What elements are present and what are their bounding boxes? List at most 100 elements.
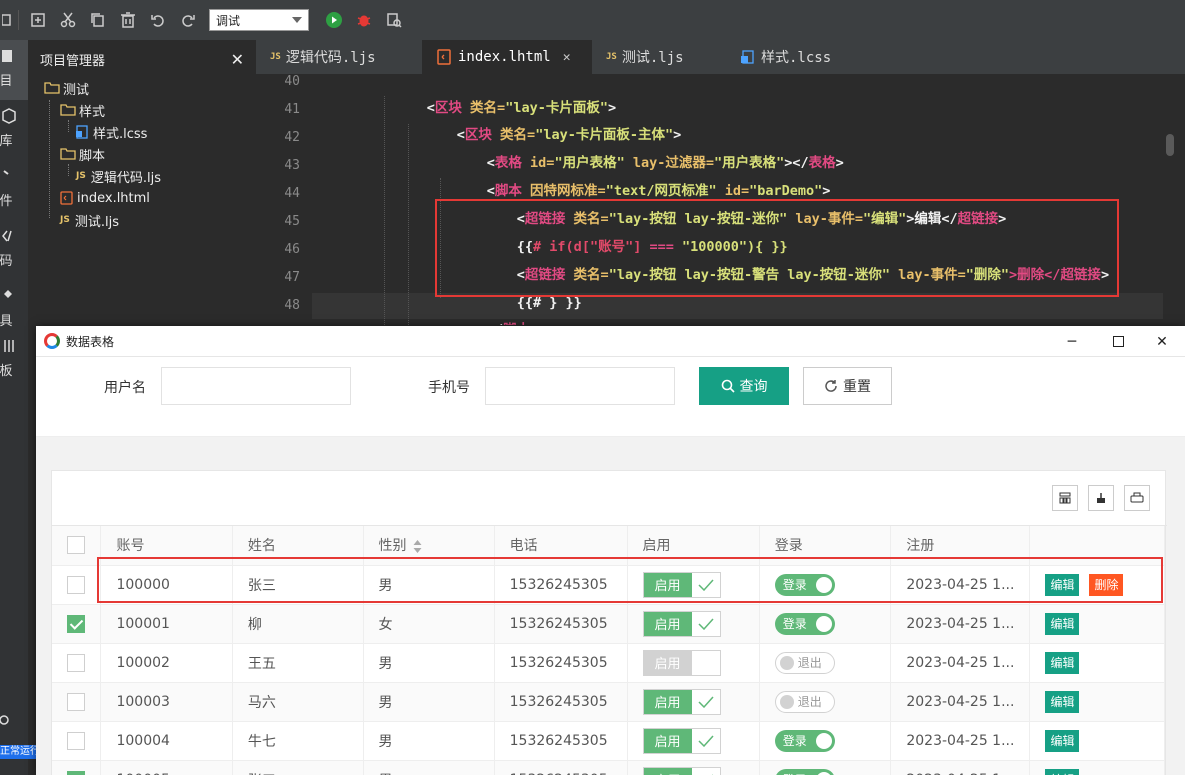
status-text: 正常运行 xyxy=(0,745,36,759)
line-number: 48 xyxy=(284,298,300,313)
cell-phone: 15326245305 xyxy=(494,721,628,761)
tree-file-logic-ljs[interactable]: JS 逻辑代码.ljs xyxy=(76,165,161,187)
cell-phone: 15326245305 xyxy=(494,643,628,683)
edit-button[interactable]: 编辑 xyxy=(1045,768,1080,775)
login-switch[interactable]: 登录 xyxy=(774,729,835,752)
tree-file-test-ljs[interactable]: JS 测试.ljs xyxy=(60,209,119,231)
cell-name: 柳 xyxy=(232,604,364,644)
close-icon[interactable]: ✕ xyxy=(231,50,244,69)
grid-area: 账号 姓名 性别 电话 启用 登录 注册 100000 张三男 1532624530… xyxy=(36,437,1185,775)
js-file-icon: JS xyxy=(270,52,281,62)
run-icon[interactable] xyxy=(319,5,349,35)
tree-label: 样式.lcss xyxy=(93,126,148,142)
cut-icon[interactable] xyxy=(53,5,83,35)
phone-input[interactable] xyxy=(485,367,675,405)
select-all-checkbox[interactable] xyxy=(67,536,85,555)
copy-icon[interactable] xyxy=(83,5,113,35)
tree-folder-style[interactable]: 样式 xyxy=(60,99,105,121)
enable-switch[interactable]: 启用 xyxy=(642,649,721,676)
table-row[interactable]: 100002 王五男 15326245305 启用 退出 2023-04-25 1... 编… xyxy=(52,643,1165,683)
enable-switch[interactable]: 启用 xyxy=(642,727,721,754)
cell-gender: 男 xyxy=(363,721,495,761)
row-checkbox[interactable] xyxy=(67,692,85,711)
new-file-icon[interactable] xyxy=(23,5,53,35)
tree-folder-test[interactable]: 测试 xyxy=(44,77,89,99)
column-filter-icon[interactable] xyxy=(1052,485,1078,511)
js-file-icon: JS xyxy=(60,215,70,225)
username-input[interactable] xyxy=(161,367,351,405)
table-row[interactable]: 100005张三男15326245305 启用登录 2023-04-25 1... 编… xyxy=(52,760,1165,775)
debug-bug-icon[interactable] xyxy=(349,5,379,35)
enable-switch[interactable]: 启用 xyxy=(642,766,721,775)
editor-scrollbar[interactable] xyxy=(1163,74,1177,325)
tree-folder-script[interactable]: 脚本 xyxy=(60,143,105,165)
scroll-thumb[interactable] xyxy=(1166,134,1174,156)
print-icon[interactable] xyxy=(1124,485,1150,511)
enable-switch[interactable]: 启用 xyxy=(642,610,721,637)
tree-file-index-lhtml[interactable]: index.lhtml xyxy=(60,187,150,209)
cell-phone: 15326245305 xyxy=(494,682,628,722)
run-mode-select[interactable]: 调试 xyxy=(209,9,309,31)
panel-icon xyxy=(4,340,14,352)
minimize-icon[interactable]: ─ xyxy=(1049,326,1095,357)
html-file-icon xyxy=(437,49,451,65)
activity-panel[interactable]: 板 xyxy=(0,330,28,390)
edit-button[interactable]: 编辑 xyxy=(1045,651,1080,674)
redo-icon[interactable] xyxy=(173,5,203,35)
table-row[interactable]: 100004 牛七男 15326245305 启用 登录 2023-04-25 1... 编… xyxy=(52,721,1165,761)
highlight-box-row xyxy=(97,557,1163,603)
cell-account: 100005 xyxy=(100,760,233,775)
close-icon[interactable]: ✕ xyxy=(563,50,571,65)
save-icon[interactable] xyxy=(0,5,14,35)
row-select-cell xyxy=(52,643,102,683)
activity-project[interactable]: 目 xyxy=(0,40,28,100)
login-switch[interactable]: 退出 xyxy=(774,690,835,713)
row-checkbox[interactable] xyxy=(67,731,85,750)
activity-components[interactable]: 件 xyxy=(0,160,28,220)
sort-icon[interactable] xyxy=(413,539,422,553)
table-row[interactable]: 100003 马六男 15326245305 启用 退出 2023-04-25 1... 编… xyxy=(52,682,1165,722)
login-switch[interactable]: 登录 xyxy=(774,612,835,635)
code-line: <脚本 因特网标准="text/网页标准" id="barDemo"> xyxy=(438,152,831,199)
inspect-icon[interactable] xyxy=(379,5,409,35)
login-switch[interactable]: 退出 xyxy=(774,651,835,674)
row-checkbox[interactable] xyxy=(67,770,85,775)
enable-switch[interactable]: 启用 xyxy=(642,688,721,715)
cell-registered: 2023-04-25 1... xyxy=(890,760,1031,775)
cell-login: 登录 xyxy=(759,721,892,761)
undo-icon[interactable] xyxy=(143,5,173,35)
tab-logic-ljs[interactable]: JS 逻辑代码.ljs xyxy=(256,40,422,74)
maximize-icon[interactable] xyxy=(1095,326,1141,357)
tree-file-style-lcss[interactable]: 样式.lcss xyxy=(76,121,147,143)
query-button[interactable]: 查询 xyxy=(699,367,789,405)
activity-code[interactable]: 码 xyxy=(0,220,28,280)
tree-guide xyxy=(68,164,69,176)
tab-test-ljs[interactable]: JS 测试.ljs xyxy=(592,40,727,74)
checkmark-icon xyxy=(691,767,720,775)
cell-login: 退出 xyxy=(759,643,892,683)
code-line: <区块 类名="lay-卡片面板-主体"> xyxy=(408,96,681,143)
tab-label: index.lhtml xyxy=(458,49,551,65)
checkmark-icon xyxy=(691,611,720,636)
row-checkbox[interactable] xyxy=(67,614,85,633)
export-icon[interactable] xyxy=(1088,485,1114,511)
login-switch[interactable]: 登录 xyxy=(774,768,835,775)
activity-library[interactable]: 库 xyxy=(0,100,28,160)
table-row[interactable]: 100001 柳女 15326245305 启用 登录 2023-04-25 1... 编辑 xyxy=(52,604,1165,644)
edit-button[interactable]: 编辑 xyxy=(1045,690,1080,713)
reset-button[interactable]: 重置 xyxy=(803,367,892,405)
edit-button[interactable]: 编辑 xyxy=(1045,612,1080,635)
highlight-box-code xyxy=(435,199,1119,297)
delete-icon[interactable] xyxy=(113,5,143,35)
tab-index-lhtml[interactable]: index.lhtml ✕ xyxy=(422,40,592,74)
enable-switch-label: 启用 xyxy=(643,728,692,753)
project-icon xyxy=(2,50,12,62)
row-checkbox[interactable] xyxy=(67,653,85,672)
tab-style-lcss[interactable]: 样式.lcss xyxy=(727,40,867,74)
settings-gear-icon[interactable] xyxy=(0,712,14,726)
activity-bar: 目 库 件 码 具 板 xyxy=(0,40,28,775)
cell-account: 100003 xyxy=(100,682,233,722)
edit-button[interactable]: 编辑 xyxy=(1045,729,1080,752)
row-checkbox[interactable] xyxy=(67,575,85,594)
close-icon[interactable]: ✕ xyxy=(1139,326,1185,357)
